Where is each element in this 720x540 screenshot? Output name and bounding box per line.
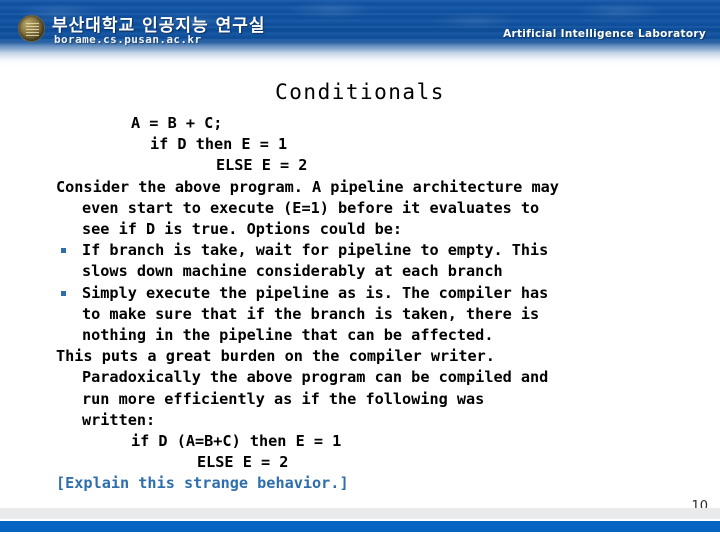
code-line: if D (A=B+C) then E = 1: [131, 432, 342, 451]
header-banner: 부산대학교 인공지능 연구실 borame.cs.pusan.ac.kr Art…: [0, 0, 720, 70]
code-line: ELSE E = 2: [216, 156, 308, 175]
page-title: Conditionals: [275, 80, 445, 104]
paragraph-intro: Consider the above program. A pipeline a…: [0, 177, 720, 241]
footer-white-strip: [0, 532, 720, 540]
code-line: A = B + C;: [131, 114, 223, 132]
paragraph-line: This puts a great burden on the compiler…: [56, 347, 495, 366]
bullet-line: slows down machine considerably at each …: [82, 262, 503, 281]
paragraph-conclusion: This puts a great burden on the compiler…: [0, 346, 720, 431]
paragraph-line: see if D is true. Options could be:: [82, 220, 403, 239]
paragraph-line: Paradoxically the above program can be c…: [82, 368, 549, 387]
paragraph-line: Consider the above program. A pipeline a…: [56, 177, 559, 196]
code-block-second: if D (A=B+C) then E = 1 ELSE E = 2: [0, 431, 720, 473]
code-line: if D then E = 1: [150, 135, 288, 154]
lab-url: borame.cs.pusan.ac.kr: [54, 33, 202, 46]
square-bullet-icon: [61, 248, 66, 254]
list-item: If branch is take, wait for pipeline to …: [0, 240, 720, 282]
bullet-line: Simply execute the pipeline as is. The c…: [82, 283, 549, 302]
code-block-first: A = B + C; if D then E = 1 ELSE E = 2: [0, 113, 720, 177]
paragraph-line: written:: [82, 410, 156, 429]
footer-blue-bar: [0, 521, 720, 532]
lab-name-english: Artificial Intelligence Laboratory: [503, 28, 706, 40]
footer-gray-band: [0, 508, 720, 519]
list-item: Simply execute the pipeline as is. The c…: [0, 283, 720, 347]
square-bullet-icon: [61, 290, 66, 296]
code-line: ELSE E = 2: [197, 453, 289, 472]
slide-canvas: 부산대학교 인공지능 연구실 borame.cs.pusan.ac.kr Art…: [0, 0, 720, 540]
slide-body: A = B + C; if D then E = 1 ELSE E = 2 Co…: [0, 113, 720, 495]
paragraph-line: run more efficiently as if the following…: [82, 389, 485, 408]
bullet-line: If branch is take, wait for pipeline to …: [82, 241, 549, 260]
bullet-line: to make sure that if the branch is taken…: [82, 304, 540, 323]
paragraph-line: even start to execute (E=1) before it ev…: [82, 198, 540, 217]
bullet-list: If branch is take, wait for pipeline to …: [0, 240, 720, 346]
bullet-line: nothing in the pipeline that can be affe…: [82, 326, 494, 345]
university-seal-icon: [18, 15, 45, 42]
explain-link[interactable]: [Explain this strange behavior.]: [0, 473, 720, 494]
